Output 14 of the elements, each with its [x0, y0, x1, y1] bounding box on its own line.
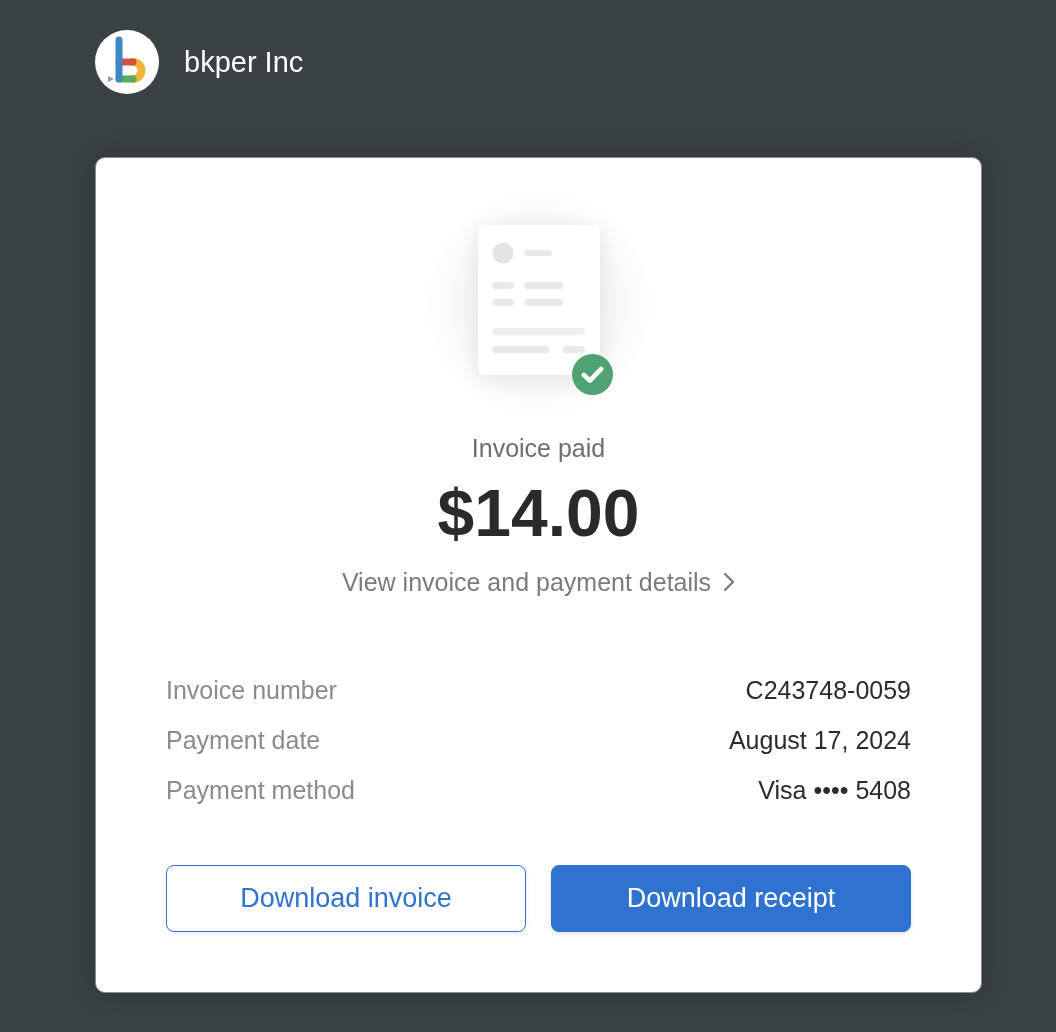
chevron-right-icon: [723, 572, 736, 592]
download-receipt-button[interactable]: Download receipt: [551, 865, 911, 932]
detail-label: Invoice number: [166, 675, 337, 706]
detail-value: Visa •••• 5408: [758, 775, 911, 806]
download-invoice-button[interactable]: Download invoice: [166, 865, 526, 932]
status-label: Invoice paid: [471, 433, 606, 464]
detail-label: Payment method: [166, 775, 355, 806]
detail-label: Payment date: [166, 725, 321, 756]
detail-value: C243748-0059: [745, 675, 911, 706]
logo-icon: [95, 30, 159, 94]
detail-value: August 17, 2024: [728, 725, 911, 756]
details-link[interactable]: View invoice and payment details: [341, 566, 736, 598]
amount-text: $14.00: [437, 475, 640, 552]
company-name: bkper Inc: [184, 45, 304, 80]
